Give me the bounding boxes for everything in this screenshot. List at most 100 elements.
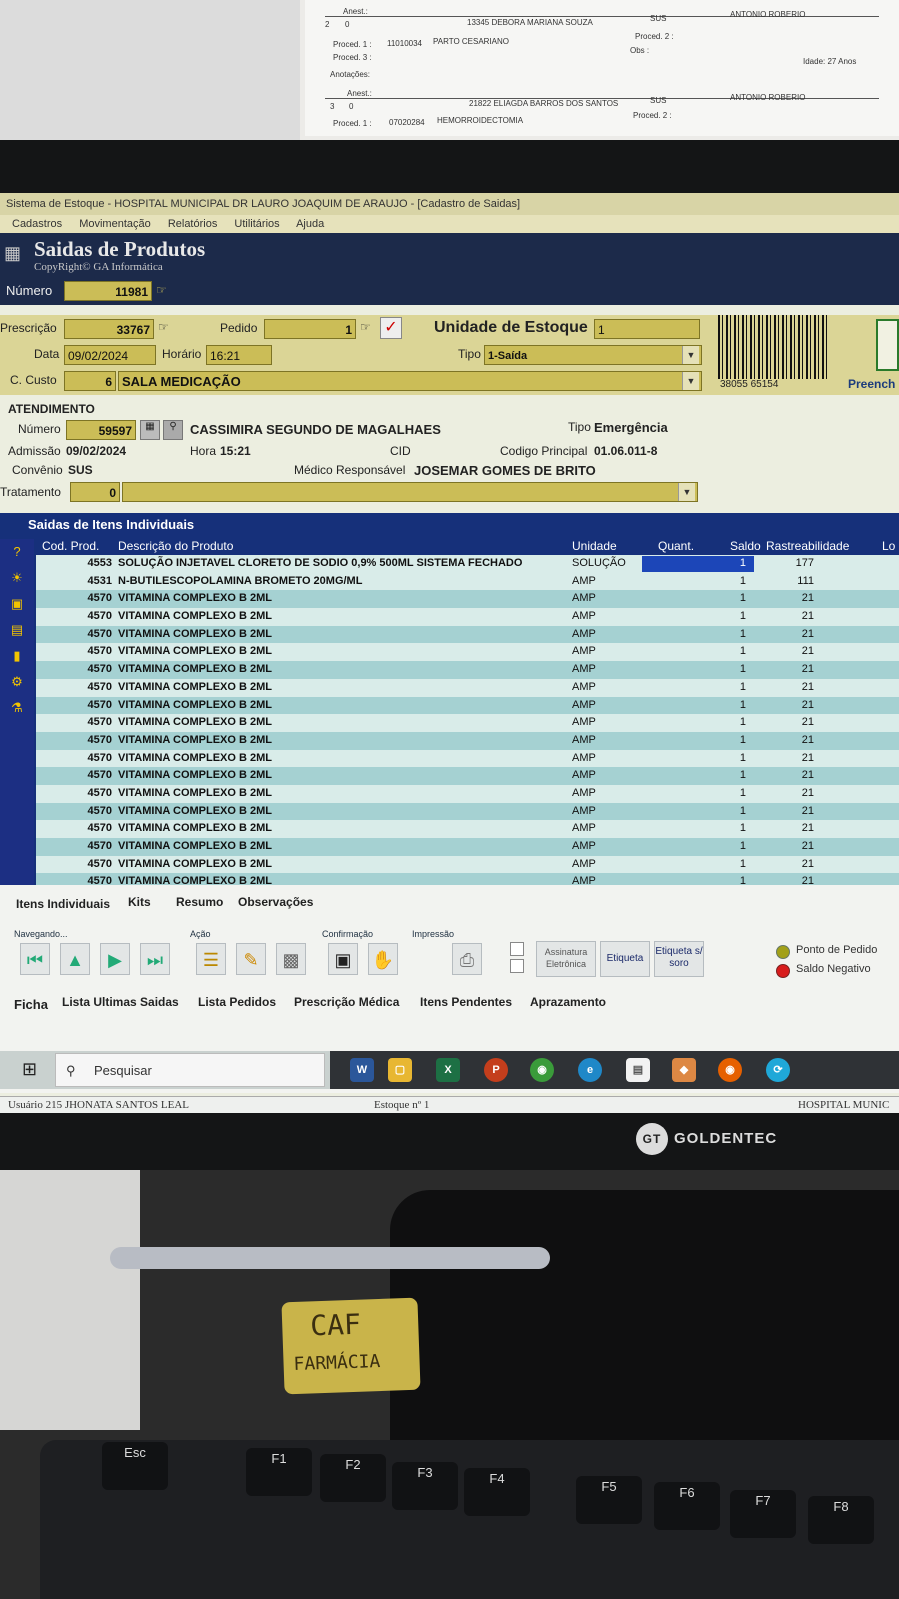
chrome-icon[interactable]: ◉ xyxy=(530,1058,554,1082)
notepad-icon[interactable]: ▤ xyxy=(626,1058,650,1082)
calendar-icon[interactable]: ▦ xyxy=(140,420,160,440)
excel-icon[interactable]: X xyxy=(436,1058,460,1082)
menu-cadastros[interactable]: Cadastros xyxy=(12,218,62,230)
sun-icon[interactable]: ☀ xyxy=(0,565,34,591)
preencher-button[interactable] xyxy=(876,319,899,371)
col-cod[interactable]: Cod. Prod. xyxy=(42,539,99,553)
previous-record-button[interactable]: ▲ xyxy=(60,943,90,975)
chevron-down-icon[interactable]: ▼ xyxy=(678,483,695,501)
print-option-checkbox[interactable] xyxy=(510,942,524,956)
tab-aprazamento[interactable]: Aprazamento xyxy=(530,995,606,1009)
help-icon[interactable]: ? xyxy=(0,539,34,565)
horario-field[interactable]: 16:21 xyxy=(206,345,272,365)
windows-start-icon[interactable]: ⊞ xyxy=(22,1059,37,1080)
table-row[interactable]: 4570 VITAMINA COMPLEXO B 2ML AMP 1 21 xyxy=(36,590,899,609)
col-unidade[interactable]: Unidade xyxy=(572,539,617,553)
print-option-checkbox[interactable] xyxy=(510,959,524,973)
tab-lista-pedidos[interactable]: Lista Pedidos xyxy=(198,995,276,1009)
table-row[interactable]: 4570 VITAMINA COMPLEXO B 2ML AMP 1 21 xyxy=(36,802,899,821)
atendimento-numero-field[interactable]: 59597 xyxy=(66,420,136,440)
custo-select[interactable]: SALA MEDICAÇÃO ▼ xyxy=(118,371,702,391)
table-row[interactable]: 4570 VITAMINA COMPLEXO B 2ML AMP 1 21 xyxy=(36,608,899,626)
app-icon[interactable]: ◆ xyxy=(672,1058,696,1082)
table-row[interactable]: 4570 VITAMINA COMPLEXO B 2ML AMP 1 21 xyxy=(36,714,899,732)
firefox-icon[interactable]: ◉ xyxy=(718,1058,742,1082)
search-icon[interactable]: ⚲ xyxy=(163,420,183,440)
chevron-down-icon[interactable]: ▼ xyxy=(682,372,699,390)
table-row[interactable]: 4570 VITAMINA COMPLEXO B 2ML AMP 1 21 xyxy=(36,696,899,715)
tratamento-select[interactable]: ▼ xyxy=(122,482,698,502)
table-row[interactable]: 4570 VITAMINA COMPLEXO B 2ML AMP 1 21 xyxy=(36,643,899,662)
trash-icon[interactable]: ▮ xyxy=(0,643,34,669)
save-button[interactable]: ▣ xyxy=(328,943,358,975)
word-icon[interactable]: W xyxy=(350,1058,374,1082)
chevron-down-icon[interactable]: ▼ xyxy=(682,346,699,364)
tab-lista-ultimas-saidas[interactable]: Lista Ultimas Saidas xyxy=(62,995,179,1009)
table-row[interactable]: 4570 VITAMINA COMPLEXO B 2ML AMP 1 21 xyxy=(36,661,899,679)
cell-cod: 4570 xyxy=(87,733,112,746)
table-row[interactable]: 4531 N-BUTILESCOPOLAMINA BROMETO 20MG/ML A… xyxy=(36,572,899,591)
col-saldo[interactable]: Saldo xyxy=(730,539,761,553)
tratamento-code-field[interactable]: 0 xyxy=(70,482,120,502)
prescricao-field[interactable]: 33767 xyxy=(64,319,154,339)
settings-icon[interactable]: ⚙ xyxy=(0,669,34,695)
etiqueta-soro-button[interactable]: Etiqueta s/ soro xyxy=(654,941,704,977)
col-lote[interactable]: Lo xyxy=(882,539,895,553)
tab-itens-individuais[interactable]: Itens Individuais xyxy=(16,897,110,911)
table-row[interactable]: 4570 VITAMINA COMPLEXO B 2ML AMP 1 21 xyxy=(36,731,899,750)
tab-itens-pendentes[interactable]: Itens Pendentes xyxy=(420,995,512,1009)
col-rastreabilidade[interactable]: Rastreabilidade xyxy=(766,539,849,553)
flask-icon[interactable]: ⚗ xyxy=(0,695,34,721)
cancel-button[interactable]: ✋ xyxy=(368,943,398,975)
stock-system-app-icon[interactable]: ⟳ xyxy=(766,1058,790,1082)
table-row[interactable]: 4570 VITAMINA COMPLEXO B 2ML AMP 1 21 xyxy=(36,855,899,874)
table-row[interactable]: 4570 VITAMINA COMPLEXO B 2ML AMP 1 21 xyxy=(36,767,899,785)
table-row[interactable]: 4570 VITAMINA COMPLEXO B 2ML AMP 1 21 xyxy=(36,820,899,838)
tab-observacoes[interactable]: Observações xyxy=(238,895,313,909)
paper-text: 3 xyxy=(330,102,335,111)
last-record-button[interactable]: ⏭ xyxy=(140,943,170,975)
col-quant[interactable]: Quant. xyxy=(658,539,694,553)
table-row[interactable]: 4570 VITAMINA COMPLEXO B 2ML AMP 1 21 xyxy=(36,749,899,768)
table-row[interactable]: 4553 SOLUÇÃO INJETAVEL CLORETO DE SODIO 0… xyxy=(36,555,899,573)
table-row[interactable]: 4570 VITAMINA COMPLEXO B 2ML AMP 1 21 xyxy=(36,784,899,803)
table-row[interactable]: 4570 VITAMINA COMPLEXO B 2ML AMP 1 21 xyxy=(36,838,899,856)
first-record-button[interactable]: ⏮ xyxy=(20,943,50,975)
powerpoint-icon[interactable]: P xyxy=(484,1058,508,1082)
taskbar-search[interactable]: ⚲ Pesquisar xyxy=(55,1053,325,1087)
assinatura-eletronica-button[interactable]: Assinatura Eletrônica xyxy=(536,941,596,977)
cell-cod: 4553 xyxy=(87,557,112,569)
edit-button[interactable]: ✎ xyxy=(236,943,266,975)
menu-movimentacao[interactable]: Movimentação xyxy=(79,218,151,230)
unidade-field[interactable]: 1 xyxy=(594,319,700,339)
print-button[interactable]: ⎙ xyxy=(452,943,482,975)
open-button[interactable]: ☰ xyxy=(196,943,226,975)
tab-resumo[interactable]: Resumo xyxy=(176,895,223,909)
checkmark-icon[interactable]: ✓ xyxy=(380,317,402,339)
tipo-select[interactable]: 1-Saída ▼ xyxy=(484,345,702,365)
table-row[interactable]: 4570 VITAMINA COMPLEXO B 2ML AMP 1 21 xyxy=(36,625,899,644)
next-record-button[interactable]: ▶ xyxy=(100,943,130,975)
edge-icon[interactable]: e xyxy=(578,1058,602,1082)
data-field[interactable]: 09/02/2024 xyxy=(64,345,156,365)
file-explorer-icon[interactable]: ▢ xyxy=(388,1058,412,1082)
tab-prescricao-medica[interactable]: Prescrição Médica xyxy=(294,995,399,1009)
keyboard: Esc F1 F2 F3 F4 F5 F6 F7 F8 xyxy=(40,1440,899,1599)
etiqueta-button[interactable]: Etiqueta xyxy=(600,941,650,977)
numero-field[interactable]: 11981 xyxy=(64,281,152,301)
clipboard-icon[interactable]: ▤ xyxy=(0,617,34,643)
custo-code-field[interactable]: 6 xyxy=(64,371,116,391)
pedido-field[interactable]: 1 xyxy=(264,319,356,339)
save-icon[interactable]: ▣ xyxy=(0,591,34,617)
pointer-icon[interactable]: ☞ xyxy=(360,320,371,334)
pointer-icon[interactable]: ☞ xyxy=(158,320,169,334)
table-row[interactable]: 4570 VITAMINA COMPLEXO B 2ML AMP 1 21 xyxy=(36,678,899,697)
tab-kits[interactable]: Kits xyxy=(128,895,151,909)
col-descricao[interactable]: Descrição do Produto xyxy=(118,539,233,553)
delete-button[interactable]: ▩ xyxy=(276,943,306,975)
tab-ficha[interactable]: Ficha xyxy=(14,997,48,1012)
menu-utilitarios[interactable]: Utilitários xyxy=(234,218,279,230)
custo-value: SALA MEDICAÇÃO xyxy=(122,374,241,389)
menu-ajuda[interactable]: Ajuda xyxy=(296,218,324,230)
menu-relatorios[interactable]: Relatórios xyxy=(168,218,218,230)
